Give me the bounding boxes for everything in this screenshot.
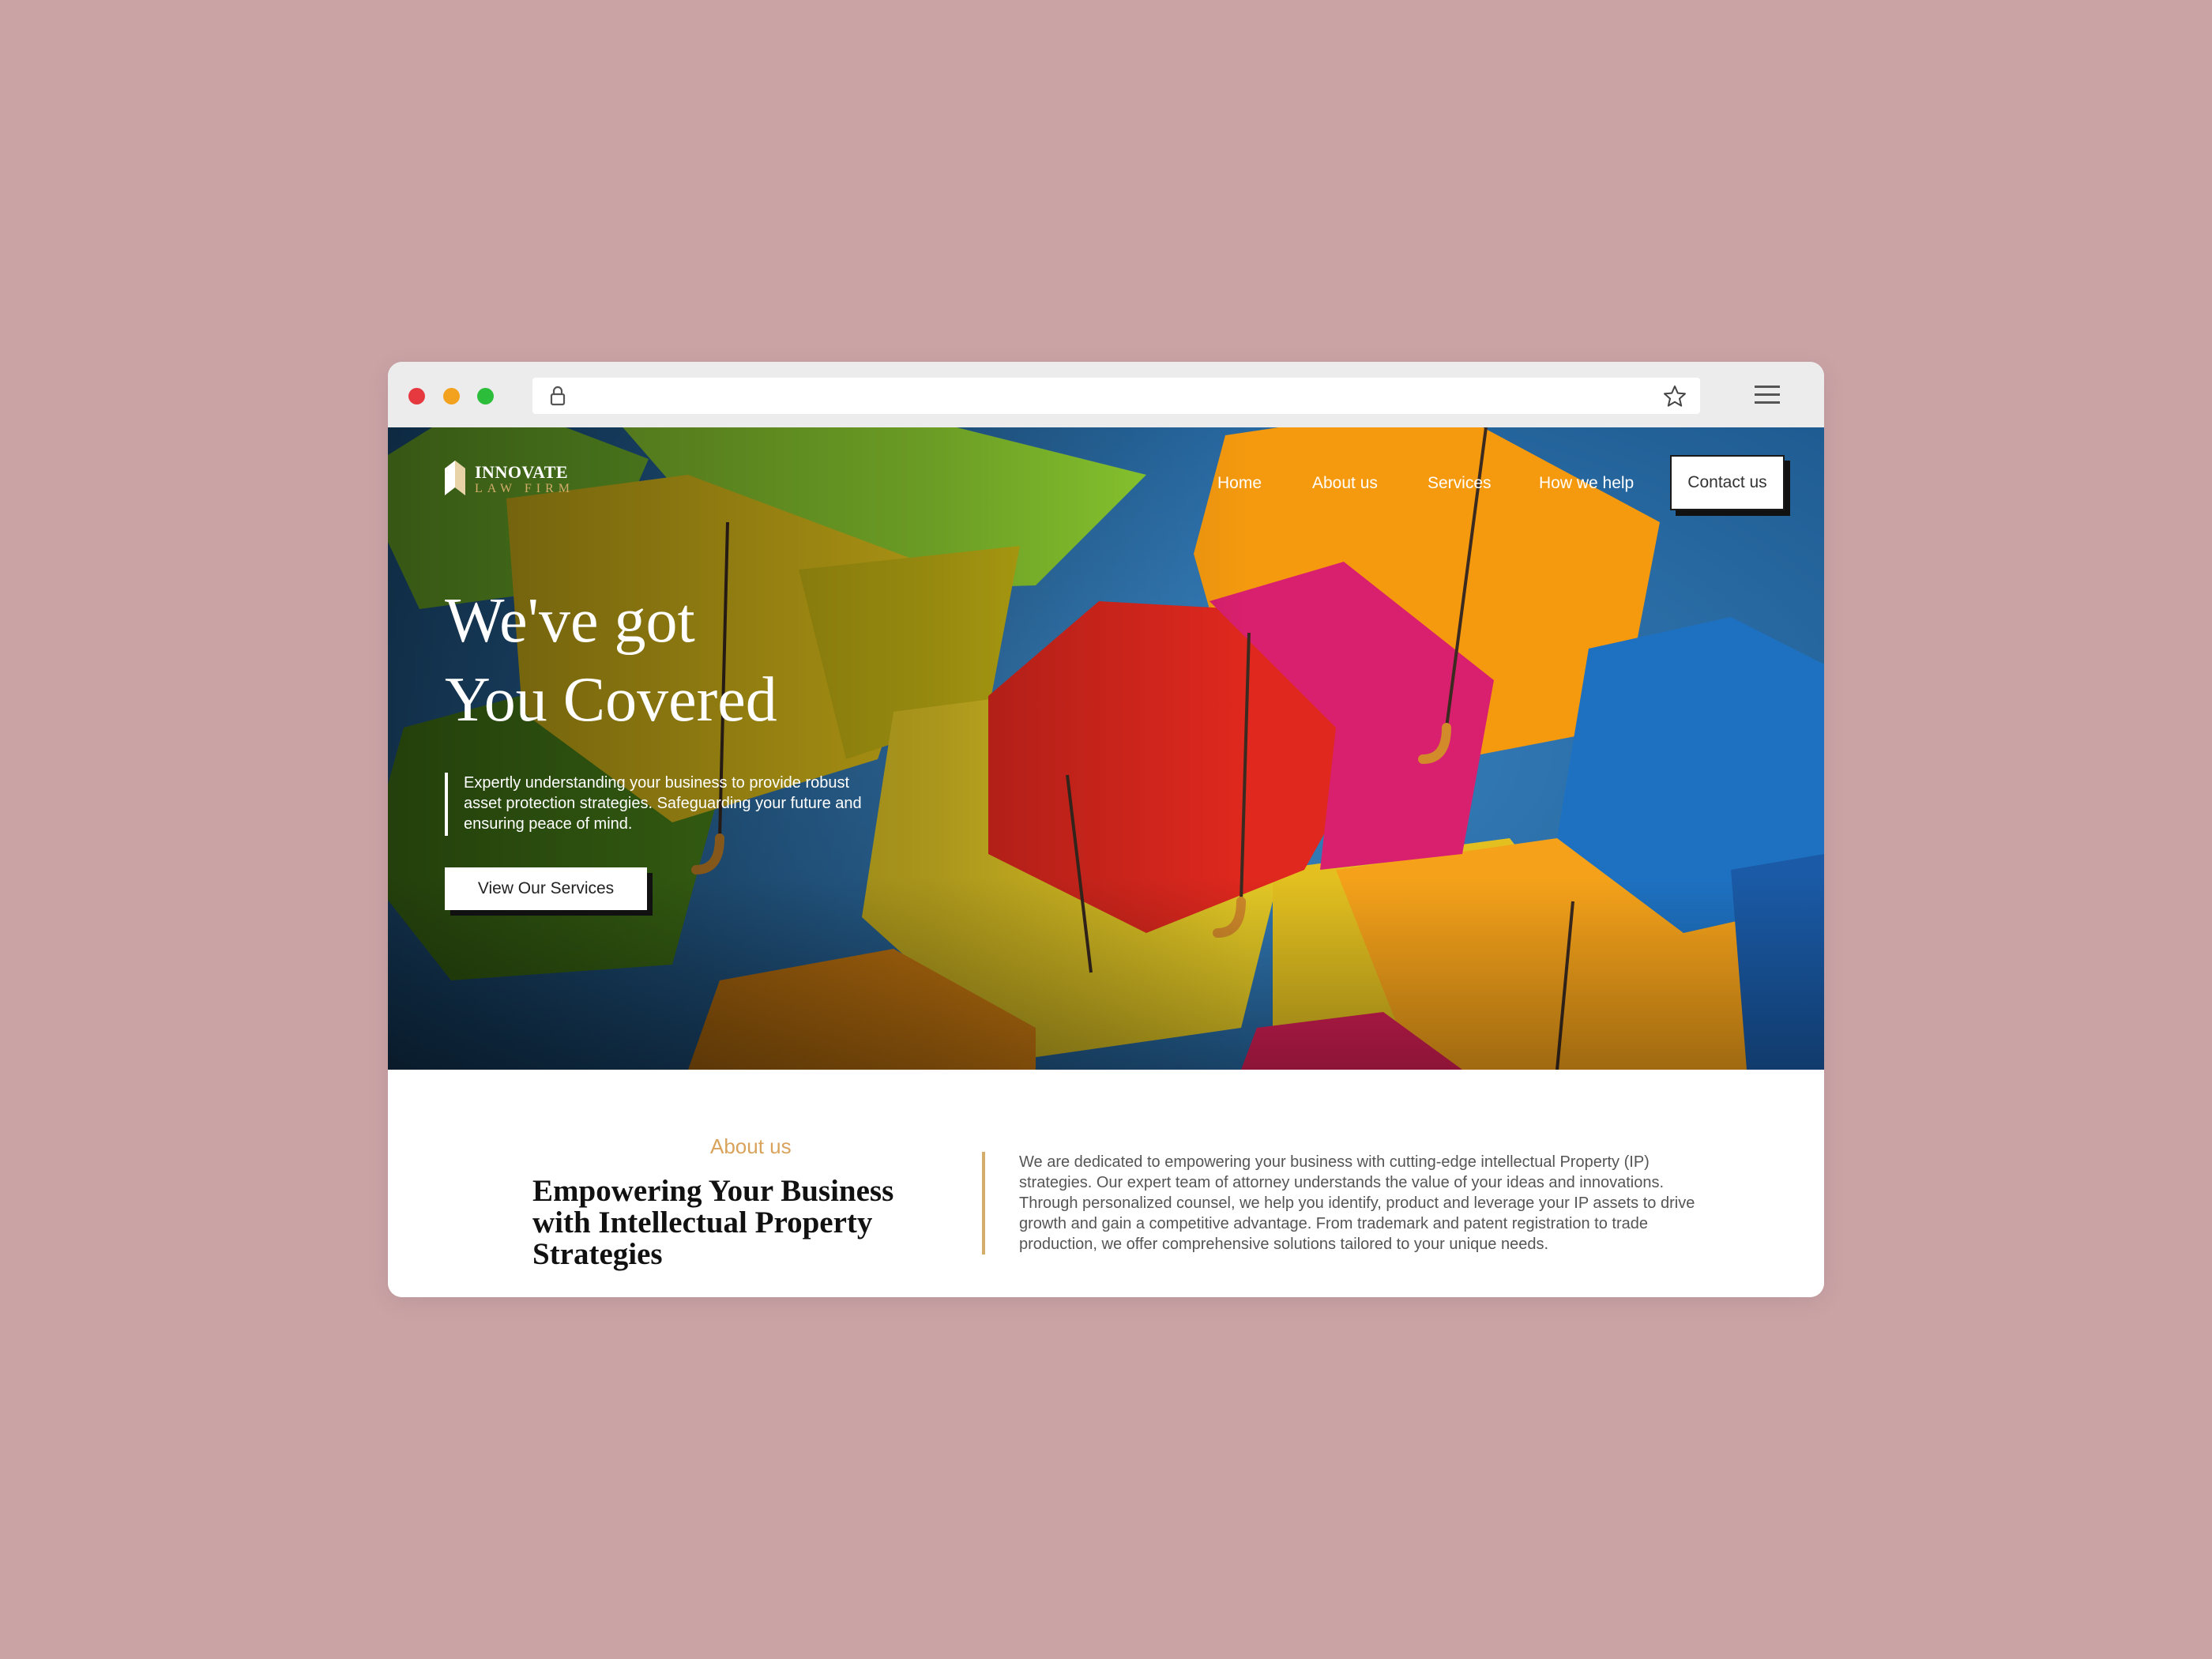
hero-title-line-1: We've got [445,586,695,656]
hero-section: INNOVATE LAW FIRM Home About us Services… [388,427,1824,1070]
minimize-window-button[interactable] [443,388,460,404]
about-heading: Empowering Your Business with Intellectu… [532,1174,894,1271]
about-divider [982,1152,985,1255]
about-body: We are dedicated to empowering your busi… [1019,1153,1695,1253]
hero-title-line-2: You Covered [445,665,777,735]
about-section: About us Empowering Your Business with I… [388,1070,1824,1297]
star-icon[interactable] [1662,384,1687,409]
about-eyebrow: About us [710,1134,792,1158]
browser-toolbar [388,362,1824,427]
lock-icon [550,386,566,406]
menu-icon[interactable] [1751,382,1783,408]
nav-how-we-help[interactable]: How we help [1539,474,1634,493]
maximize-window-button[interactable] [477,388,494,404]
main-nav: Home About us Services How we help Conta… [388,455,1824,512]
view-services-button[interactable]: View Our Services [445,867,647,910]
browser-window: INNOVATE LAW FIRM Home About us Services… [388,362,1824,1297]
hero-description: Expertly understanding your business to … [445,773,887,836]
address-bar[interactable] [532,378,1700,414]
nav-services[interactable]: Services [1428,474,1492,493]
hero-title: We've got You Covered [445,581,777,739]
close-window-button[interactable] [408,388,425,404]
nav-about-us[interactable]: About us [1312,474,1378,493]
nav-home[interactable]: Home [1217,474,1262,493]
hero-overlay [388,427,1824,1070]
contact-us-button[interactable]: Contact us [1670,455,1785,510]
